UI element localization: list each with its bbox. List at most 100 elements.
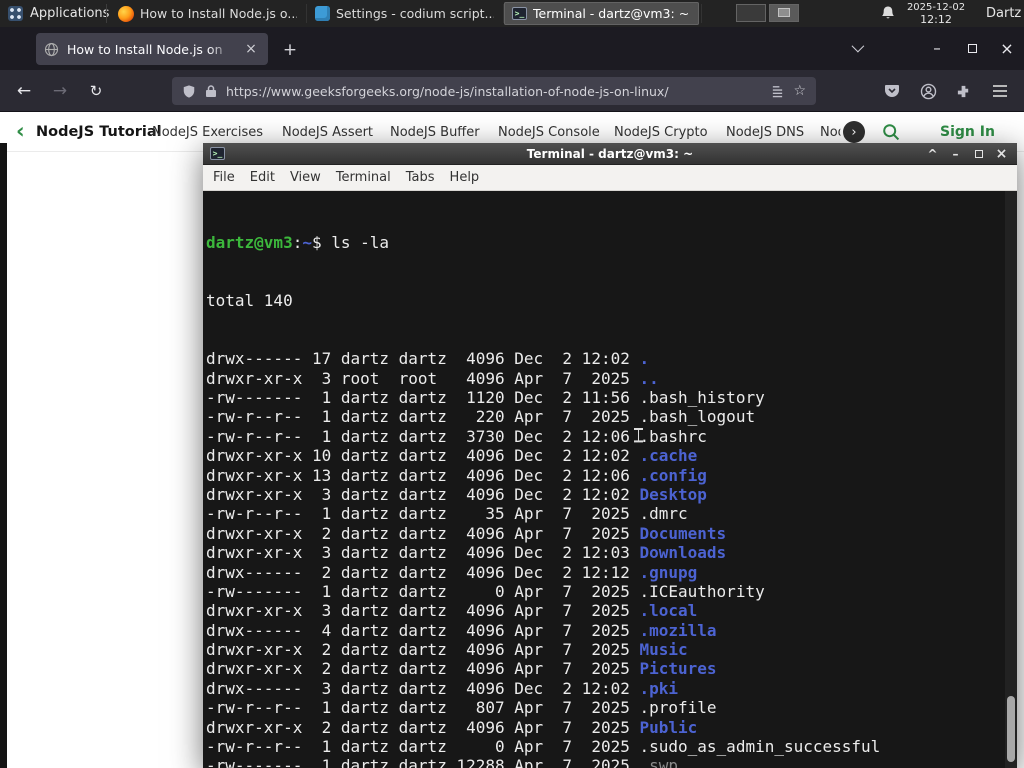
sign-in-button[interactable]: Sign In (940, 124, 995, 140)
terminal-output-line: drwx------ 4 dartz dartz 4096 Apr 7 2025… (206, 620, 717, 640)
taskbar-item-label: How to Install Node.js o... (140, 6, 297, 21)
top-panel: Applications How to Install Node.js o...… (0, 0, 1024, 27)
applications-label: Applications (30, 6, 110, 21)
notification-bell-icon[interactable] (880, 5, 898, 23)
terminal-output-line: drwxr-xr-x 3 dartz dartz 4096 Dec 2 12:0… (206, 484, 707, 504)
url-bar[interactable]: https://www.geeksforgeeks.org/node-js/in… (172, 77, 816, 105)
terminal-output-line: drwxr-xr-x 3 root root 4096 Apr 7 2025 .… (206, 368, 659, 388)
terminal-content[interactable]: dartz@vm3:~$ ls -la total 140 drwx------… (203, 191, 1017, 768)
terminal-output-line: drwxr-xr-x 2 dartz dartz 4096 Apr 7 2025… (206, 659, 717, 679)
back-button[interactable]: ← (8, 75, 40, 107)
terminal-total-line: total 140 (206, 291, 293, 311)
panel-separator (701, 4, 702, 23)
terminal-output-line: -rw------- 1 dartz dartz 12288 Apr 7 202… (206, 756, 679, 768)
menu-tabs[interactable]: Tabs (406, 170, 435, 185)
terminal-shade-button[interactable]: ^ (921, 143, 944, 165)
taskbar-item-firefox[interactable]: How to Install Node.js o... (110, 2, 305, 25)
menu-edit[interactable]: Edit (250, 170, 275, 185)
prompt-path: ~ (302, 232, 312, 252)
taskbar-item-codium[interactable]: Settings - codium script... (307, 2, 502, 25)
list-all-tabs-icon[interactable] (851, 39, 865, 53)
browser-tab[interactable]: How to Install Node.js on × (36, 33, 268, 65)
tab-favicon (44, 42, 59, 57)
terminal-close-button[interactable]: × (990, 143, 1013, 165)
prompt-colon: : (292, 232, 303, 252)
terminal-maximize-button[interactable] (967, 143, 990, 165)
search-icon[interactable] (882, 123, 900, 141)
hamburger-menu-icon[interactable] (986, 77, 1014, 105)
subnav-scroll-right-icon[interactable]: › (843, 121, 865, 143)
maximize-icon (974, 150, 983, 158)
panel-separator (106, 4, 107, 23)
browser-maximize-button[interactable] (957, 33, 987, 63)
terminal-output-line: -rw------- 1 dartz dartz 0 Apr 7 2025 .I… (206, 581, 765, 601)
maximize-icon (967, 43, 977, 53)
terminal-output-line: -rw-r--r-- 1 dartz dartz 807 Apr 7 2025 … (206, 698, 717, 718)
terminal-output-line: -rw-r--r-- 1 dartz dartz 0 Apr 7 2025 .s… (206, 737, 881, 757)
subnav-link-exercises[interactable]: NodeJS Exercises (152, 125, 263, 140)
workspace-1[interactable] (736, 4, 766, 22)
new-tab-button[interactable]: + (276, 36, 304, 64)
terminal-minimize-button[interactable]: – (944, 143, 967, 165)
applications-menu-button[interactable]: Applications (0, 0, 119, 27)
subnav-link-console[interactable]: NodeJS Console (498, 125, 600, 140)
terminal-output-line: drwx------ 3 dartz dartz 4096 Dec 2 12:0… (206, 678, 679, 698)
clock-date: 2025-12-02 (906, 2, 966, 13)
terminal-window-controls: ^ – × (921, 143, 1013, 165)
browser-minimize-button[interactable]: – (922, 33, 952, 63)
terminal-output-line: drwx------ 17 dartz dartz 4096 Dec 2 12:… (206, 349, 650, 369)
terminal-scrollbar-thumb[interactable] (1007, 696, 1015, 762)
account-icon[interactable] (914, 77, 942, 105)
tab-close-icon[interactable]: × (242, 40, 260, 58)
menu-view[interactable]: View (290, 170, 321, 185)
lock-icon[interactable] (205, 84, 217, 98)
codium-icon (315, 6, 330, 21)
firefox-icon (118, 5, 134, 22)
panel-username[interactable]: Dartz (986, 6, 1021, 21)
terminal-titlebar[interactable]: >_ Terminal - dartz@vm3: ~ ^ – × (203, 143, 1017, 165)
applications-icon (8, 6, 23, 21)
taskbar-item-label: Settings - codium script... (336, 6, 494, 21)
terminal-output-line: -rw------- 1 dartz dartz 1120 Dec 2 11:5… (206, 388, 765, 407)
terminal-icon: >_ (512, 7, 527, 20)
taskbar-item-terminal[interactable]: >_ Terminal - dartz@vm3: ~ (504, 2, 699, 25)
subnav-link-buffer[interactable]: NodeJS Buffer (390, 125, 480, 140)
menu-file[interactable]: File (213, 170, 235, 185)
subnav-link-assert[interactable]: NodeJS Assert (282, 125, 373, 140)
clock[interactable]: 2025-12-02 12:12 (902, 2, 970, 25)
workspace-2[interactable] (769, 4, 799, 22)
terminal-output-line: drwxr-xr-x 13 dartz dartz 4096 Dec 2 12:… (206, 465, 707, 485)
forward-button[interactable]: → (44, 75, 76, 107)
workspace-window-miniature (778, 8, 790, 17)
clock-time: 12:12 (920, 12, 952, 26)
reader-mode-icon[interactable] (771, 85, 784, 98)
browser-tab-bar: How to Install Node.js on × + – × (0, 27, 1024, 70)
prompt-dollar: $ (311, 232, 332, 252)
extensions-icon[interactable] (949, 77, 977, 105)
menu-terminal[interactable]: Terminal (336, 170, 391, 185)
tab-title: How to Install Node.js on (67, 41, 234, 57)
subnav-back-chevron-icon[interactable]: ‹ (16, 118, 25, 144)
tracking-shield-icon[interactable] (182, 84, 196, 99)
subnav-link-crypto[interactable]: NodeJS Crypto (614, 125, 708, 140)
text-cursor-icon (634, 428, 643, 443)
url-text[interactable]: https://www.geeksforgeeks.org/node-js/in… (226, 84, 762, 99)
terminal-menubar: File Edit View Terminal Tabs Help (203, 165, 1017, 191)
page-left-dark-strip (0, 143, 7, 768)
prompt-userhost: dartz@vm3 (206, 232, 293, 252)
terminal-scrollbar-track[interactable] (1005, 191, 1017, 768)
menu-help[interactable]: Help (450, 170, 480, 185)
subnav-link-dns[interactable]: NodeJS DNS (726, 125, 804, 140)
browser-close-button[interactable]: × (992, 33, 1022, 63)
terminal-listing: drwx------ 17 dartz dartz 4096 Dec 2 12:… (206, 349, 1017, 768)
terminal-output-line: drwxr-xr-x 10 dartz dartz 4096 Dec 2 12:… (206, 446, 698, 466)
reload-button[interactable]: ↻ (80, 75, 112, 107)
tutorial-title[interactable]: NodeJS Tutorial (36, 124, 162, 140)
terminal-output-line: -rw-r--r-- 1 dartz dartz 3730 Dec 2 12:0… (206, 426, 707, 446)
terminal-output-line: drwxr-xr-x 2 dartz dartz 4096 Apr 7 2025… (206, 717, 698, 737)
terminal-output-line: -rw-r--r-- 1 dartz dartz 220 Apr 7 2025 … (206, 407, 756, 427)
terminal-output-line: drwxr-xr-x 3 dartz dartz 4096 Dec 2 12:0… (206, 543, 727, 563)
bookmark-star-icon[interactable]: ☆ (793, 83, 806, 99)
pocket-icon[interactable] (878, 77, 906, 105)
terminal-output-line: drwxr-xr-x 2 dartz dartz 4096 Apr 7 2025… (206, 640, 688, 660)
